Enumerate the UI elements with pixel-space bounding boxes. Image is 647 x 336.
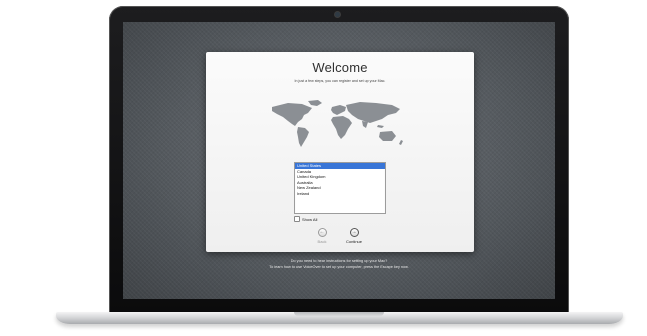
laptop-base bbox=[56, 312, 623, 324]
lid-opening-notch bbox=[294, 312, 384, 316]
arrow-right-circle-icon: → bbox=[349, 228, 359, 237]
country-list[interactable]: United States Canada United Kingdom Aust… bbox=[294, 162, 386, 214]
welcome-title: Welcome bbox=[312, 60, 368, 75]
voiceover-instruction: To learn how to use VoiceOver to set up … bbox=[269, 265, 409, 269]
show-all-checkbox[interactable] bbox=[294, 216, 300, 222]
setup-assistant-window: Welcome In just a few steps, you can reg… bbox=[206, 52, 474, 252]
arrow-left-circle-icon: ← bbox=[317, 228, 327, 237]
show-all-option[interactable]: Show All bbox=[294, 216, 317, 222]
show-all-label: Show All bbox=[302, 216, 318, 222]
laptop-lid: Welcome In just a few steps, you can reg… bbox=[109, 6, 569, 313]
welcome-subtitle: In just a few steps, you can register an… bbox=[294, 79, 386, 83]
back-label: Back bbox=[317, 239, 327, 244]
world-map-icon bbox=[272, 100, 403, 147]
continue-button[interactable]: → Continue bbox=[341, 228, 367, 244]
voiceover-prompt: Do you need to hear instructions for set… bbox=[290, 259, 388, 263]
laptop-screen: Welcome In just a few steps, you can reg… bbox=[123, 22, 555, 299]
camera-icon bbox=[335, 12, 340, 17]
back-button[interactable]: ← Back bbox=[309, 228, 335, 244]
continue-label: Continue bbox=[345, 239, 362, 244]
country-list-item[interactable]: Ireland bbox=[295, 191, 385, 197]
macbook-illustration: Welcome In just a few steps, you can reg… bbox=[0, 0, 647, 336]
